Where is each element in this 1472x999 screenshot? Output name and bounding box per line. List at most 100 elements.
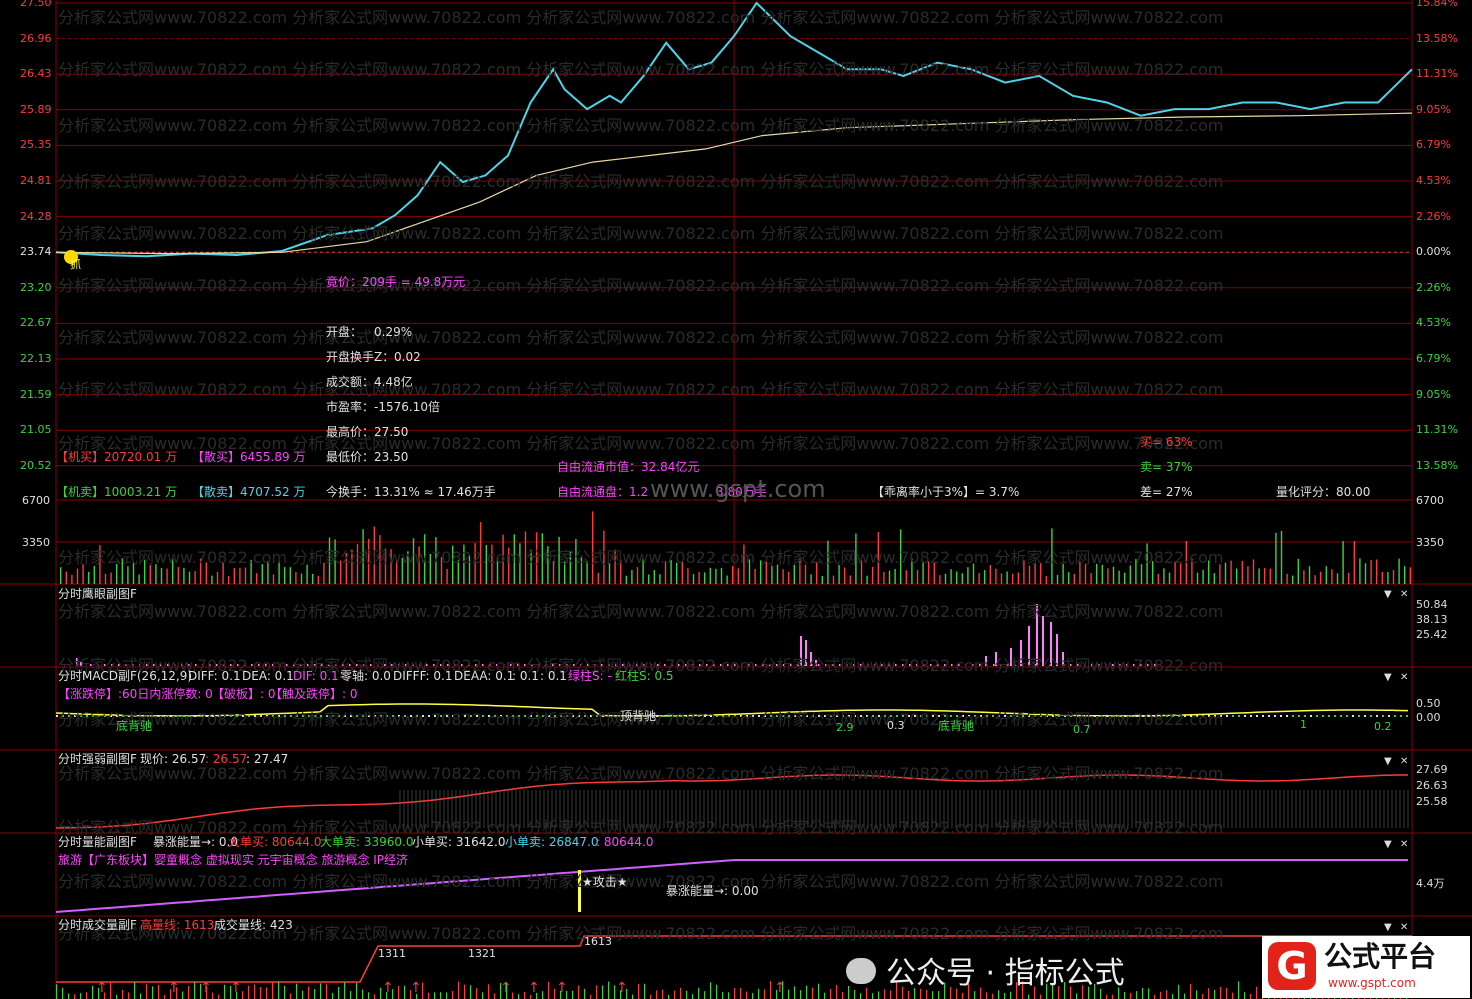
price-tick: 22.67 [20,316,52,330]
tradevol-bar [584,988,586,999]
tradevol-bar [824,992,826,999]
panel-close-icon[interactable]: ✕ [1400,838,1408,852]
volume-bar [1163,568,1165,584]
tradevol-bar [782,981,784,999]
percent-tick: 15.84% [1416,0,1458,9]
tradevol-bar [116,994,118,999]
tradevol-bar [536,992,538,999]
tradevol-bar [440,992,442,999]
volume-bar [1348,572,1350,584]
tradevol-bar [764,989,766,999]
panel-close-icon[interactable]: ✕ [1400,755,1408,769]
tradevol-bar [836,985,838,999]
volume-bar [1028,565,1031,584]
tradevol-bar [746,991,748,999]
tradevol-bar [368,992,370,999]
volume-bar [995,568,997,584]
volume-bar [1196,572,1199,584]
volume-bar [160,567,163,584]
info-value: 0.02 [394,350,421,364]
energy-tail: : 80644.0 [596,835,654,849]
tradevol-bar [392,989,394,999]
inst-buy-label: 【机买】 [56,450,105,464]
info-value: -1576.10倍 [374,400,440,414]
up-arrow-icon: ↑ [616,980,628,996]
tradevol-bar [230,986,232,999]
volume-bar [597,572,599,584]
watermark: 分析家公式网www.70822.com 分析家公式网www.70822.com … [58,116,1224,135]
volume-bar [978,573,980,584]
tradevol-bar [596,985,598,999]
info-value: 27.50 [374,425,409,439]
attack-signal: ★攻击★ [582,875,628,889]
tradevol-bar [404,985,406,999]
volume-bar [916,569,919,584]
macd-bar [1310,715,1312,717]
tradevol-bar [158,984,160,999]
retail-sell-label: 【散卖】 [192,485,241,499]
tradevol-bar [296,983,298,999]
volume-bar [1353,541,1355,584]
tradevol-bar [362,989,364,999]
tradevol-bar [446,992,448,999]
volume-bar [194,571,196,584]
tradevol-bar [302,990,304,999]
tradevol-bar [374,994,376,999]
macd-value-1: 2.9 [836,721,854,734]
panel-dropdown-icon[interactable]: ▼ [1384,588,1392,602]
tradevol-bar [626,988,628,999]
macd-bar [1394,715,1396,717]
tradevol-bar [656,990,658,999]
volume-bar [1056,575,1059,584]
macd-zero: 零轴: 0.0 [340,669,391,683]
tradevol-bar [170,989,172,999]
volume-bar [1168,572,1171,584]
volume-bar [65,571,67,584]
macd-bar [1334,715,1336,717]
macd-bar [1316,715,1318,717]
panel-dropdown-icon[interactable]: ▼ [1384,671,1392,685]
volume-bar [1269,568,1271,584]
panel-close-icon[interactable]: ✕ [1400,588,1408,602]
macd-value-5: 0.2 [1374,720,1392,733]
tradevol-bar [56,984,58,999]
up-arrow-icon: ↑ [528,980,540,996]
volume-bar [166,568,168,584]
tradevol-bar [692,994,694,999]
volume-bar [1325,566,1327,584]
tradevol-bar [146,984,148,999]
tradevol-bar [608,981,610,999]
tradevol-bar [206,986,208,999]
up-arrow-icon: ↑ [410,980,422,996]
volume-bar [1381,572,1383,584]
volume-bar [1241,560,1243,584]
panel-dropdown-icon[interactable]: ▼ [1384,838,1392,852]
volume-bar [1236,568,1238,584]
tradevol-bar [434,992,436,999]
wechat-account-name: 公众号 · 指标公式 [886,956,1125,991]
watermark: 分析家公式网www.70822.com 分析家公式网www.70822.com … [58,224,1224,243]
volume-bar [1252,559,1255,584]
tradevol-bar [320,983,322,999]
tradevol-bar [740,987,742,999]
panel-close-icon[interactable]: ✕ [1400,921,1408,935]
macd-bar [1364,715,1366,717]
macd-red-bar: 红柱S: 0.5 [615,669,674,683]
up-arrow-icon: ↑ [774,980,786,996]
tradevol-bar [476,988,478,999]
panel-dropdown-icon[interactable]: ▼ [1384,755,1392,769]
volume-bar [715,568,717,584]
info-key: 开盘换手Z： [326,350,395,364]
tradevol-bar [602,985,604,999]
volume-bar [939,575,941,584]
tradevol-bar [806,985,808,999]
price-tick: 26.96 [20,31,52,45]
volume-bar [709,567,711,584]
panel-close-icon[interactable]: ✕ [1400,671,1408,685]
volume-bar [1157,573,1159,584]
percent-tick: 6.79% [1416,138,1451,152]
panel-dropdown-icon[interactable]: ▼ [1384,921,1392,935]
retail-sell-value: 4707.52 万 [240,485,306,499]
eagle-tick-1: 50.84 [1416,598,1448,611]
macd-diff: DIFF: 0.1 [188,669,241,683]
